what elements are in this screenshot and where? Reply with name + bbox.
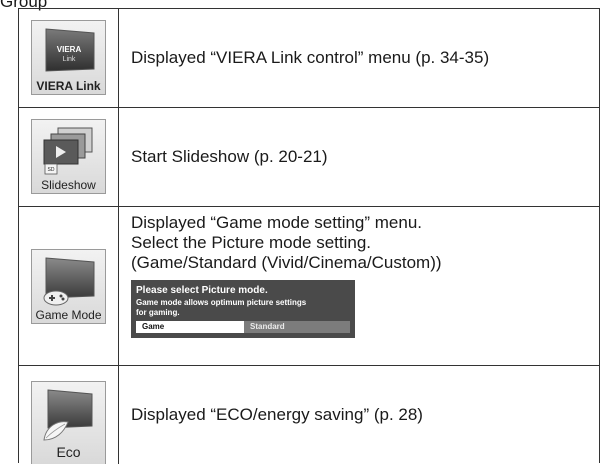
picture-mode-dialog: Please select Picture mode. Game mode al… xyxy=(131,280,355,338)
slideshow-icon: SD Slideshow xyxy=(31,119,106,194)
dialog-description-line: Game mode allows optimum picture setting… xyxy=(136,298,307,307)
icon-cell: VIERA Link VIERA Link xyxy=(19,9,119,107)
picture-mode-options: Game Standard xyxy=(136,321,350,333)
option-standard[interactable]: Standard xyxy=(244,321,350,333)
icon-label: VIERA Link xyxy=(36,79,101,93)
icon-label: Eco xyxy=(56,444,81,460)
description-text: Displayed “ECO/energy saving” (p. 28) xyxy=(131,405,423,424)
viera-link-icon: VIERA Link VIERA Link xyxy=(31,20,106,95)
svg-text:SD: SD xyxy=(48,167,55,173)
table-row-viera-link: VIERA Link VIERA Link Displayed “VIERA L… xyxy=(19,9,599,108)
svg-text:VIERA: VIERA xyxy=(57,45,82,54)
row-description: Displayed “ECO/energy saving” (p. 28) xyxy=(131,366,591,464)
eco-icon-graphic xyxy=(43,389,93,441)
row-description: Displayed “VIERA Link control” menu (p. … xyxy=(131,9,591,107)
description-line: Select the Picture mode setting. xyxy=(131,233,372,252)
icon-cell: SD Slideshow xyxy=(19,108,119,206)
icon-label: Game Mode xyxy=(35,308,102,322)
quick-menu-table: VIERA Link VIERA Link Displayed “VIERA L… xyxy=(18,8,600,464)
icon-cell: Eco xyxy=(19,366,119,464)
game-mode-icon: Game Mode xyxy=(31,249,106,324)
row-description: Displayed “Game mode setting” menu. Sele… xyxy=(131,207,591,365)
table-row-game-mode: Game Mode Displayed “Game mode setting” … xyxy=(19,207,599,366)
description-line: (Game/Standard (Vivid/Cinema/Custom)) xyxy=(131,253,442,272)
row-description: Start Slideshow (p. 20-21) xyxy=(131,108,591,206)
eco-icon: Eco xyxy=(31,381,106,464)
description-line: Displayed “Game mode setting” menu. xyxy=(131,213,423,232)
icon-cell: Game Mode xyxy=(19,207,119,365)
description-text: Start Slideshow (p. 20-21) xyxy=(131,147,328,166)
description-text: Displayed “VIERA Link control” menu (p. … xyxy=(131,48,490,67)
dialog-description-line: for gaming. xyxy=(136,308,180,317)
option-game[interactable]: Game xyxy=(136,321,244,333)
table-row-eco: Eco Displayed “ECO/energy saving” (p. 28… xyxy=(19,366,599,464)
icon-label: Slideshow xyxy=(41,178,96,192)
dialog-title: Please select Picture mode. xyxy=(136,285,268,296)
table-row-slideshow: SD Slideshow Start Slideshow (p. 20-21) xyxy=(19,108,599,207)
svg-text:Link: Link xyxy=(63,56,76,63)
